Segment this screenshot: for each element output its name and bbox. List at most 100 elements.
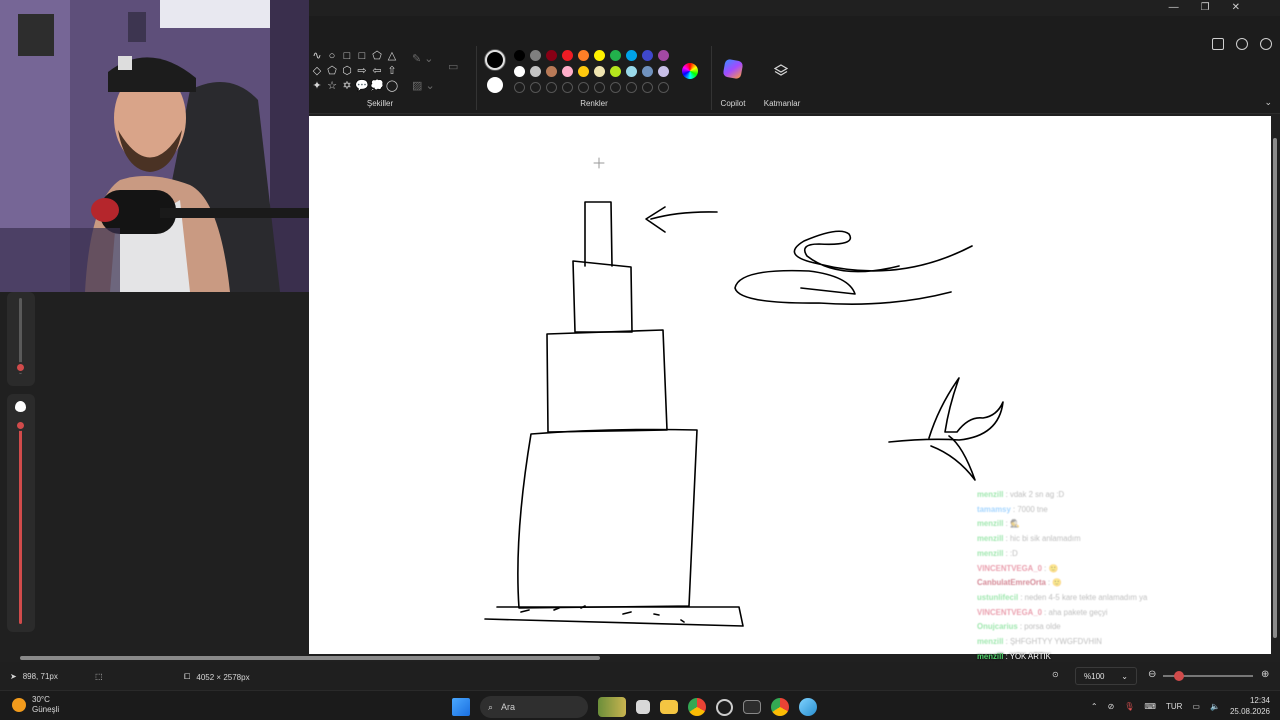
zoom-in-icon[interactable]: ⊕ [1261, 669, 1269, 680]
custom-color-slot[interactable] [642, 82, 653, 93]
gear-icon[interactable] [1260, 38, 1272, 50]
crosshair-cursor [593, 157, 605, 169]
opacity-slider[interactable] [7, 394, 35, 632]
layers-icon[interactable] [774, 64, 788, 78]
clock[interactable]: 12:34 25.08.2026 [1230, 695, 1270, 717]
slider-knob[interactable] [15, 362, 26, 373]
microphone-icon[interactable]: 🎙 [1124, 702, 1134, 711]
shape-option[interactable]: ∿ [310, 49, 324, 64]
language-indicator[interactable]: TUR [1166, 702, 1182, 711]
shape-option[interactable]: ⇦ [370, 64, 384, 79]
custom-color-slot[interactable] [514, 82, 525, 93]
color-swatch[interactable] [514, 66, 525, 77]
shape-option[interactable]: ☆ [325, 79, 339, 94]
color-swatch[interactable] [642, 66, 653, 77]
account-icon[interactable] [1236, 38, 1248, 50]
secondary-color[interactable] [487, 77, 503, 93]
custom-color-slot[interactable] [562, 82, 573, 93]
custom-color-slot[interactable] [658, 82, 669, 93]
zoom-slider-knob[interactable] [1174, 671, 1184, 681]
file-explorer-icon[interactable] [660, 700, 678, 714]
chevron-up-icon[interactable]: ⌃ [1091, 702, 1098, 711]
terminal-icon[interactable] [743, 700, 761, 714]
fit-icon[interactable]: ⊙ [1052, 670, 1059, 679]
color-swatch[interactable] [530, 50, 541, 61]
shape-option[interactable]: 💭 [370, 79, 384, 94]
shape-option[interactable]: ✡ [340, 79, 354, 94]
keyboard-icon[interactable]: ⌨ [1144, 702, 1156, 711]
shape-option[interactable]: □ [355, 49, 369, 64]
chat-text: vdak 2 sn ag :D [1009, 490, 1065, 499]
custom-color-slot[interactable] [530, 82, 541, 93]
taskbar-search[interactable]: ⌕ Ara [480, 696, 588, 718]
custom-color-slot[interactable] [626, 82, 637, 93]
network-icon[interactable]: ⊘ [1108, 702, 1115, 711]
chrome-icon[interactable] [771, 698, 789, 716]
task-view-icon[interactable] [636, 700, 650, 714]
color-swatch[interactable] [562, 66, 573, 77]
fill-icon[interactable]: ▨ ⌄ [412, 79, 435, 92]
shape-option[interactable]: □ [340, 49, 354, 64]
custom-color-slot[interactable] [546, 82, 557, 93]
widget-icon[interactable] [598, 697, 626, 717]
shape-option[interactable]: ○ [325, 49, 339, 64]
paint-icon[interactable] [799, 698, 817, 716]
brush-size-slider[interactable] [7, 292, 35, 386]
custom-color-slot[interactable] [578, 82, 589, 93]
color-swatch[interactable] [546, 66, 557, 77]
color-swatch[interactable] [658, 50, 669, 61]
layers-label[interactable]: Katmanlar [756, 99, 808, 108]
chrome-icon[interactable] [688, 698, 706, 716]
zoom-out-icon[interactable]: ⊖ [1148, 669, 1156, 680]
vertical-scrollbar[interactable] [1272, 118, 1278, 652]
display-icon[interactable]: ▭ [1192, 702, 1200, 711]
color-swatch[interactable] [578, 50, 589, 61]
shape-option[interactable]: 💬 [355, 79, 369, 94]
color-swatch[interactable] [514, 50, 525, 61]
color-swatch[interactable] [610, 66, 621, 77]
volume-icon[interactable]: 🔈 [1210, 702, 1220, 711]
shape-option[interactable]: ⬠ [325, 64, 339, 79]
shape-option[interactable]: ◯ [385, 79, 399, 94]
outline-icon[interactable]: ✎ ⌄ [412, 52, 434, 65]
shape-option[interactable]: ⇨ [355, 64, 369, 79]
chat-message: VINCENTVEGA_0 : 🙂 [977, 563, 1059, 573]
custom-color-slot[interactable] [610, 82, 621, 93]
close-icon[interactable]: ✕ [1232, 2, 1240, 13]
color-swatch[interactable] [642, 50, 653, 61]
shape-option[interactable]: ⇧ [385, 64, 399, 79]
copilot-icon[interactable] [722, 58, 744, 80]
shape-option[interactable]: ⬠ [370, 49, 384, 64]
edit-colors-icon[interactable] [682, 63, 698, 79]
shape-option[interactable]: ⬡ [340, 64, 354, 79]
copilot-label[interactable]: Copilot [713, 99, 753, 108]
color-swatch[interactable] [626, 66, 637, 77]
shape-option[interactable]: ◇ [310, 64, 324, 79]
color-swatch[interactable] [658, 66, 669, 77]
color-swatch[interactable] [530, 66, 541, 77]
slider-knob[interactable] [15, 420, 26, 431]
shape-option[interactable]: △ [385, 49, 399, 64]
color-swatch[interactable] [546, 50, 557, 61]
zoom-dropdown[interactable]: %100 ⌄ [1075, 667, 1137, 685]
shape-fill-icon[interactable]: ▭ [448, 60, 458, 73]
weather-widget[interactable]: 30°C Güneşli [12, 695, 59, 715]
color-swatch[interactable] [578, 66, 589, 77]
custom-color-slot[interactable] [594, 82, 605, 93]
scrollbar-thumb[interactable] [1273, 138, 1277, 638]
color-swatch[interactable] [610, 50, 621, 61]
minimize-icon[interactable]: — [1169, 2, 1179, 13]
color-swatch[interactable] [626, 50, 637, 61]
color-swatch[interactable] [594, 66, 605, 77]
obs-icon[interactable] [716, 698, 733, 716]
collapse-ribbon-icon[interactable]: ⌄ [1264, 97, 1272, 108]
share-icon[interactable] [1212, 38, 1224, 50]
tower-level-2 [546, 329, 668, 433]
shape-option[interactable]: ✦ [310, 79, 324, 94]
start-icon[interactable] [452, 698, 470, 716]
color-swatch[interactable] [594, 50, 605, 61]
restore-icon[interactable]: ❐ [1201, 2, 1210, 13]
color-swatch[interactable] [562, 50, 573, 61]
primary-color[interactable] [485, 50, 505, 70]
scrollbar-thumb[interactable] [20, 656, 600, 660]
